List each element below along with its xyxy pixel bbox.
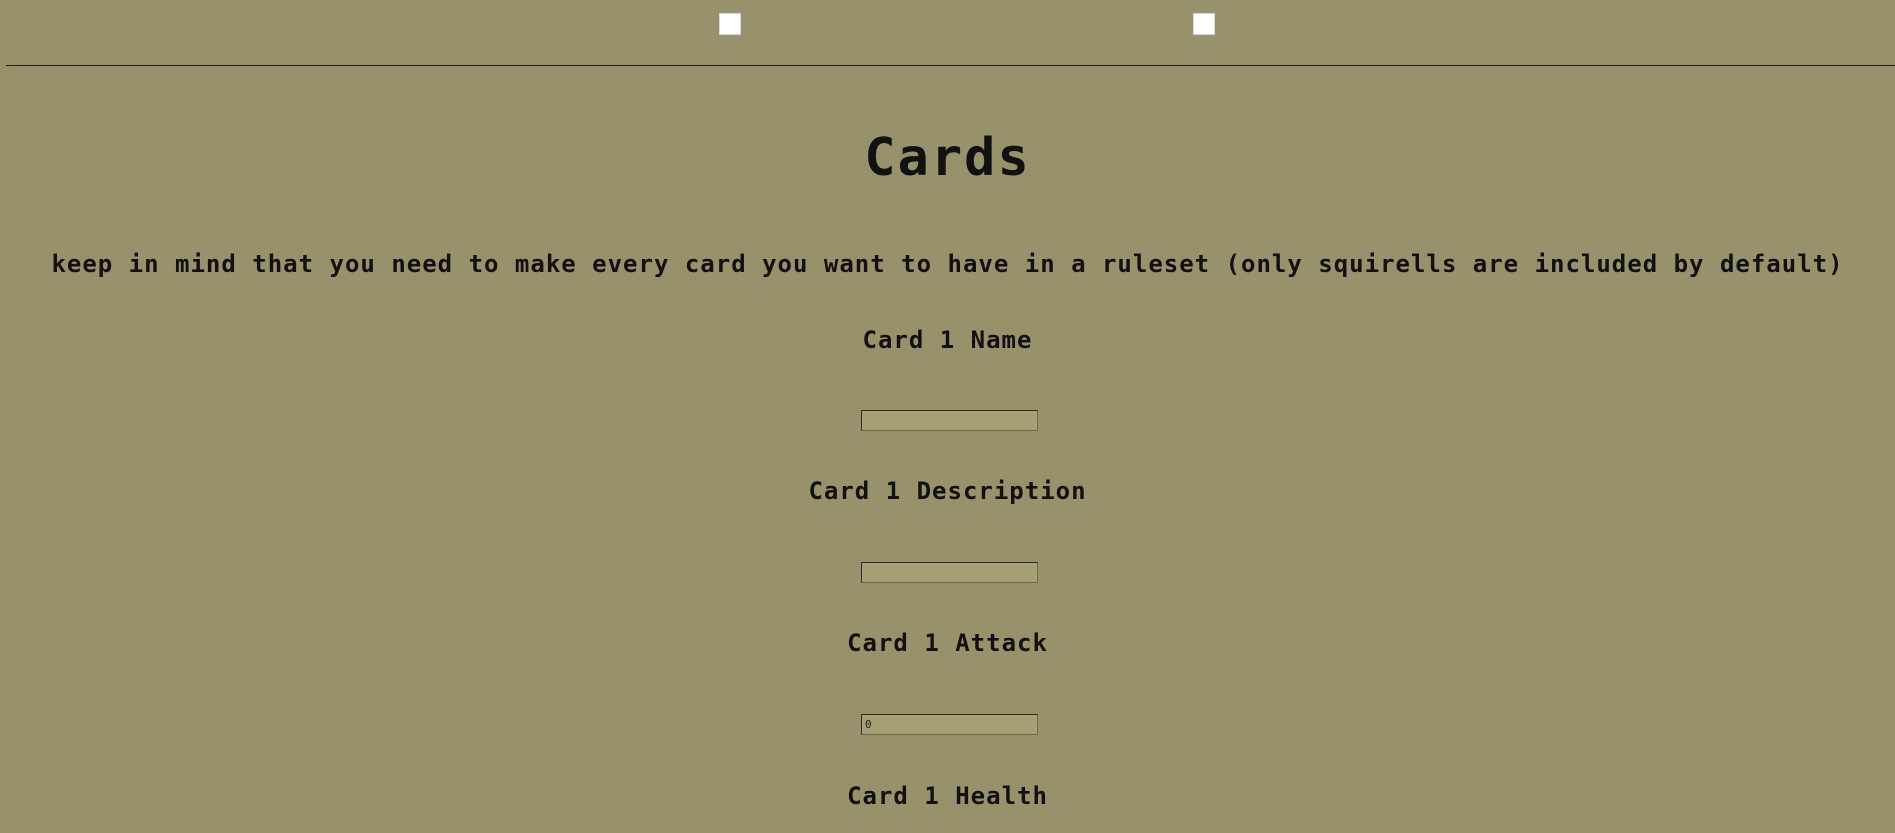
card-attack-label: Card 1 Attack <box>847 629 1048 657</box>
card-name-input[interactable] <box>861 410 1038 431</box>
checkbox-2[interactable] <box>1193 13 1215 35</box>
page-title: Cards <box>864 128 1031 188</box>
card-health-label: Card 1 Health <box>847 782 1048 810</box>
checkbox-1[interactable] <box>719 13 741 35</box>
card-name-label: Card 1 Name <box>862 326 1033 354</box>
page: Cards keep in mind that you need to make… <box>0 0 1895 833</box>
divider <box>6 65 1895 66</box>
ruleset-note: keep in mind that you need to make every… <box>51 250 1844 278</box>
card-attack-input[interactable] <box>861 714 1038 735</box>
card-description-label: Card 1 Description <box>808 477 1087 505</box>
card-description-input[interactable] <box>861 562 1038 583</box>
